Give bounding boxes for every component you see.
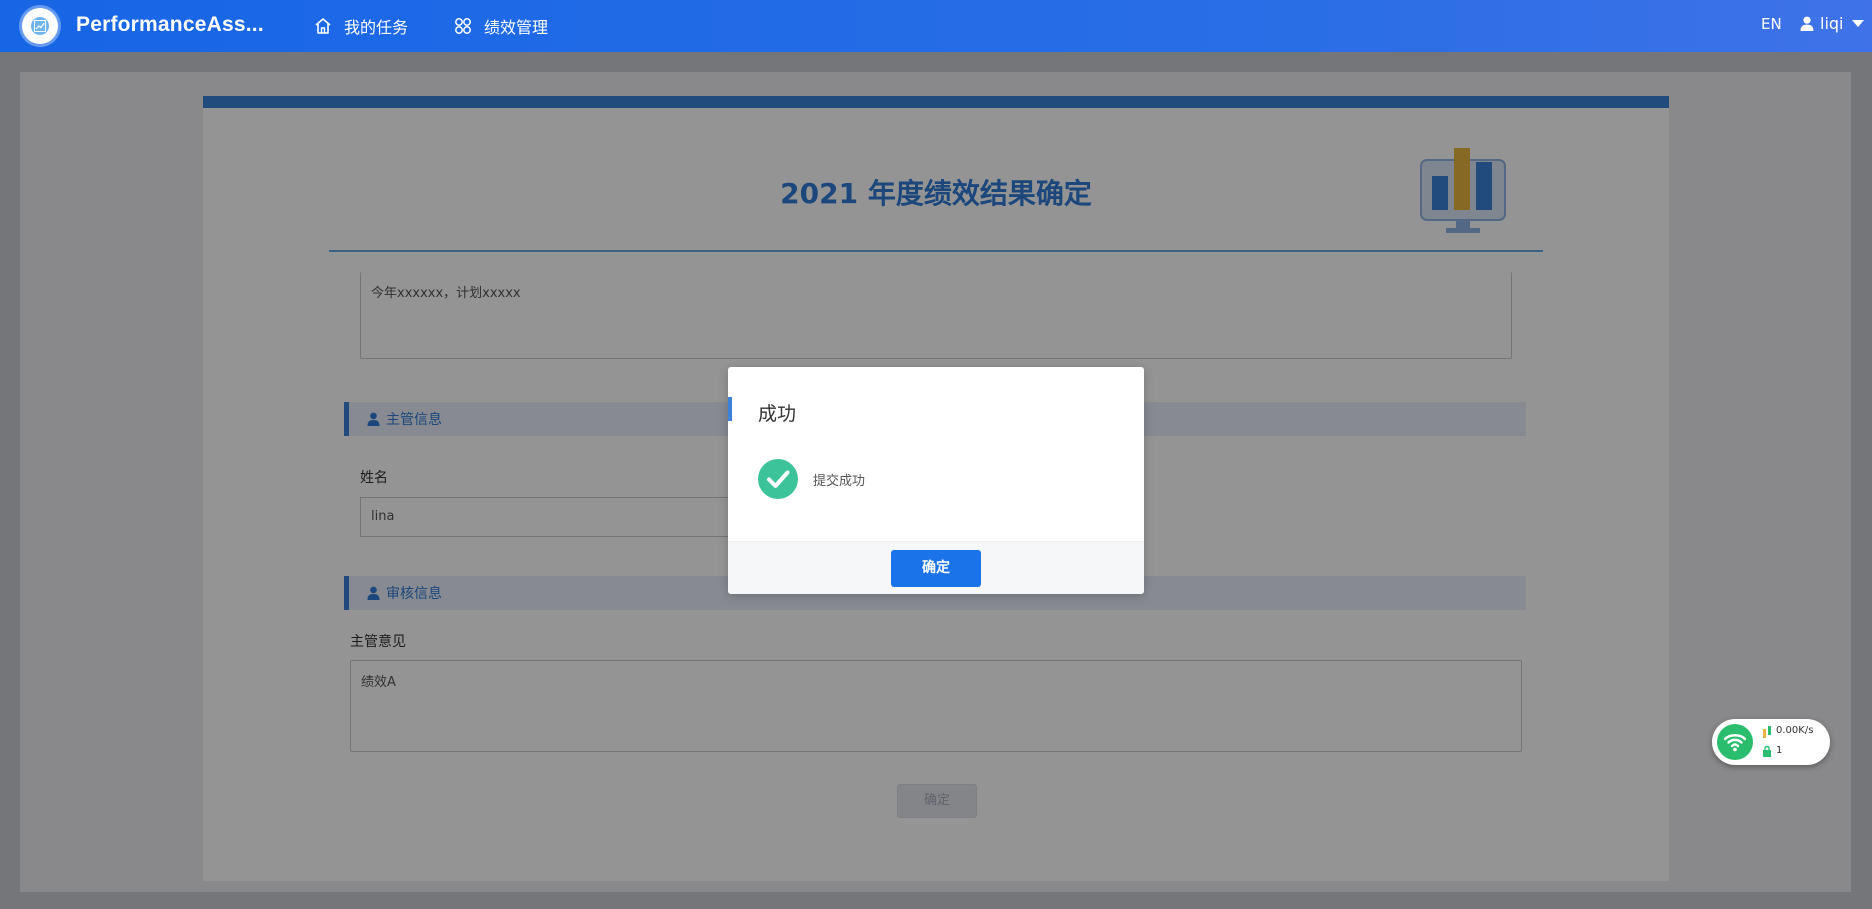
app-logo[interactable] xyxy=(22,8,58,44)
language-toggle[interactable]: EN xyxy=(1761,15,1782,33)
dialog-message: 提交成功 xyxy=(813,474,866,489)
app-name[interactable]: PerformanceAss... xyxy=(76,13,264,37)
dialog-ok-button[interactable]: 确定 xyxy=(891,550,981,587)
top-navbar: PerformanceAss... 我的任务 绩效管理 EN liqi xyxy=(0,0,1872,52)
nav-performance-label: 绩效管理 xyxy=(484,18,549,37)
dialog-title-accent xyxy=(728,397,732,421)
chevron-down-icon xyxy=(1851,20,1864,27)
user-menu[interactable]: liqi xyxy=(1800,14,1864,33)
dialog-footer: 确定 xyxy=(728,541,1144,594)
transfer-arrows-icon xyxy=(1763,726,1771,738)
nav-my-tasks-label: 我的任务 xyxy=(344,18,409,37)
username: liqi xyxy=(1820,14,1844,33)
nav-performance-management[interactable]: 绩效管理 xyxy=(454,14,548,38)
network-speed-text: 0.00K/s xyxy=(1776,725,1814,736)
user-icon xyxy=(1800,16,1814,31)
wifi-icon xyxy=(1724,734,1746,752)
dialog-title: 成功 xyxy=(758,403,797,425)
nav-my-tasks[interactable]: 我的任务 xyxy=(314,14,408,38)
grid-icon xyxy=(455,18,471,34)
network-connection-count: 1 xyxy=(1776,745,1783,756)
success-dialog: 成功 提交成功 确定 xyxy=(728,367,1144,594)
lock-icon xyxy=(1763,745,1771,757)
wifi-icon-badge xyxy=(1717,724,1753,760)
chart-icon xyxy=(34,20,46,32)
home-icon xyxy=(315,18,331,34)
check-circle-icon xyxy=(758,459,798,499)
network-speed-widget[interactable]: 0.00K/s 1 xyxy=(1712,719,1830,765)
